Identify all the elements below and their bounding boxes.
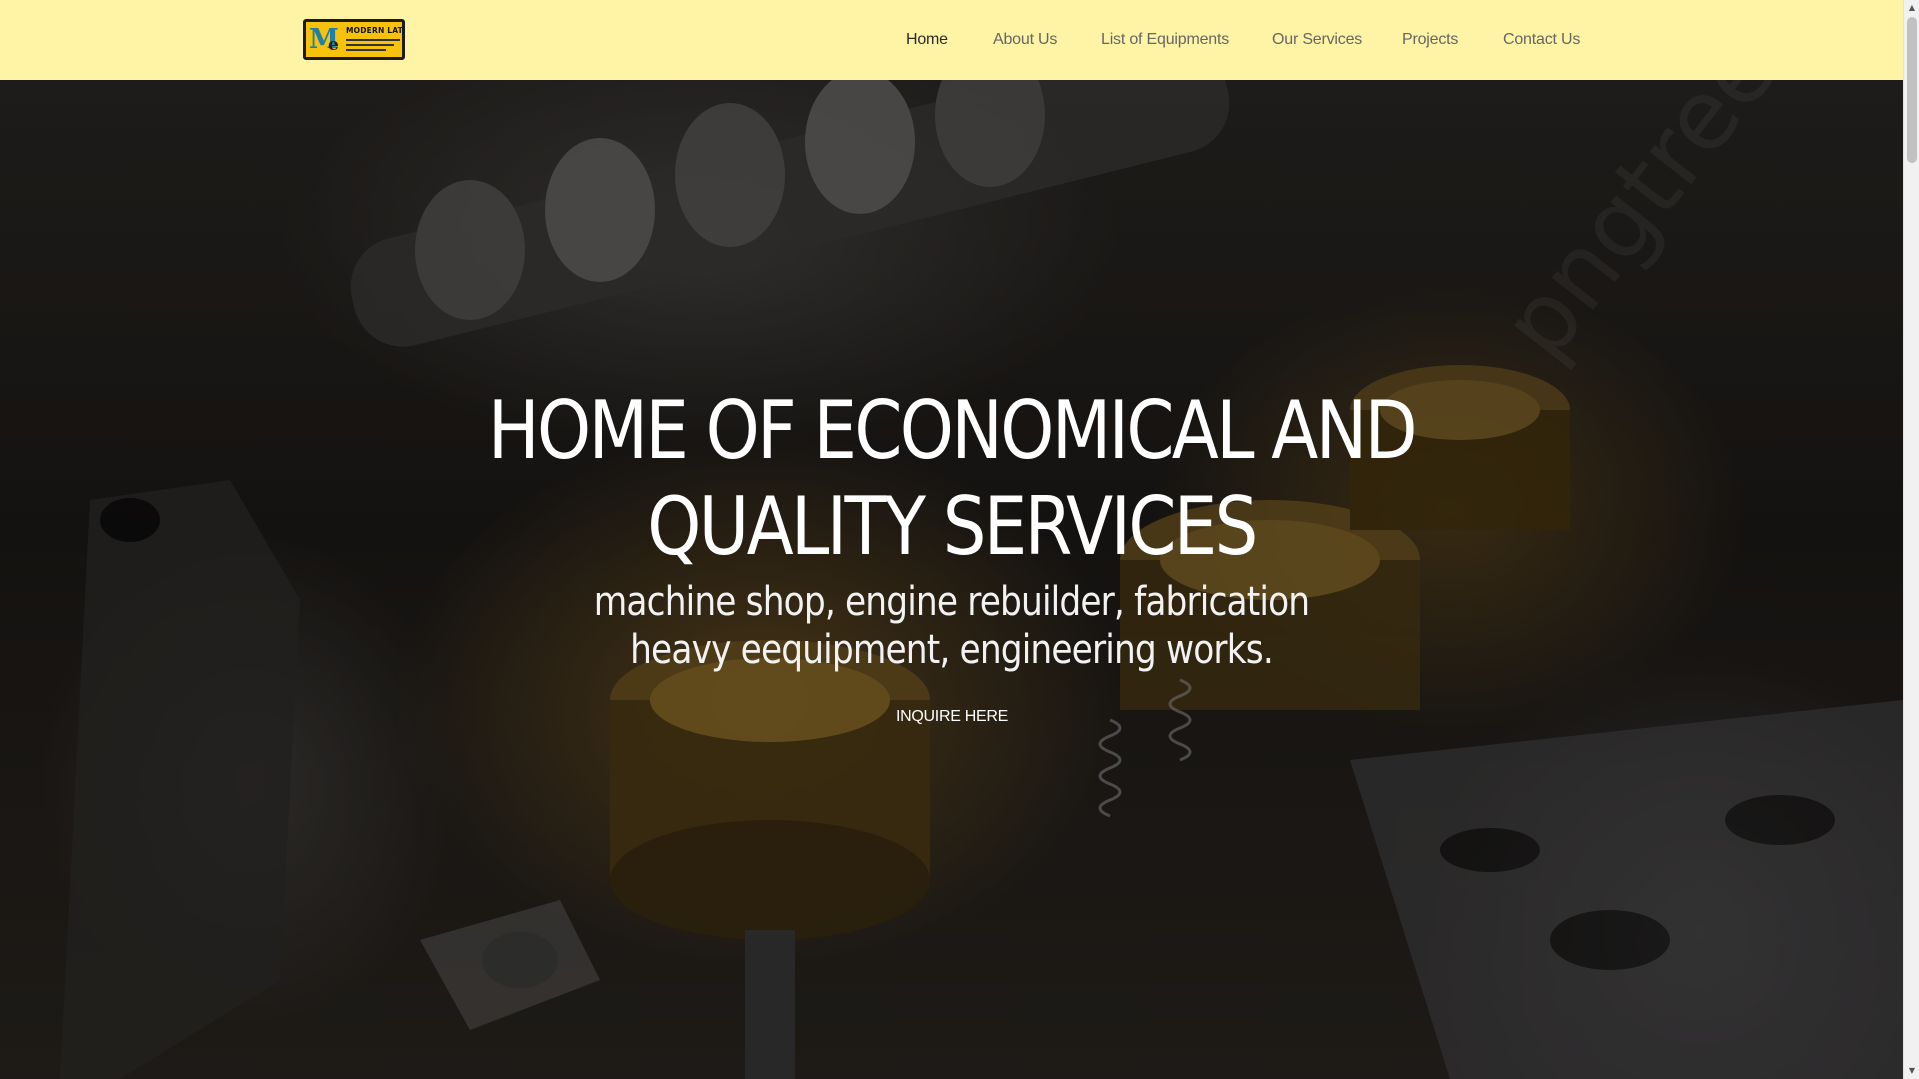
site-header: M e MODERN LATHE Home About Us List of E… [0, 0, 1903, 80]
nav-item-our-services[interactable]: Our Services [1272, 29, 1362, 51]
main-nav: Home About Us List of Equipments Our Ser… [0, 0, 1903, 80]
nav-item-about-us[interactable]: About Us [993, 29, 1057, 51]
nav-item-list-of-equipments[interactable]: List of Equipments [1101, 29, 1229, 51]
hero-subtitle-line: machine shop, engine rebuilder, fabricat… [593, 579, 1310, 625]
nav-item-projects[interactable]: Projects [1402, 29, 1458, 51]
hero-subtitle-line: heavy eequipment, engineering works. [630, 627, 1274, 673]
chevron-up-icon[interactable]: ▲ [1904, 0, 1919, 16]
hero-title: HOME OF ECONOMICAL AND QUALITY SERVICES [133, 383, 1770, 575]
chevron-down-icon[interactable]: ▼ [1904, 1063, 1919, 1079]
nav-item-home[interactable]: Home [906, 29, 948, 51]
vertical-scrollbar[interactable]: ▲ ▼ [1903, 0, 1919, 1079]
scrollbar-thumb[interactable] [1907, 17, 1917, 163]
inquire-here-button[interactable]: INQUIRE HERE [880, 700, 1024, 734]
nav-item-contact-us[interactable]: Contact Us [1503, 29, 1580, 51]
hero-title-line: HOME OF ECONOMICAL AND [487, 384, 1418, 477]
hero-subtitle: machine shop, engine rebuilder, fabricat… [133, 578, 1770, 674]
hero-section: pngtree HOME OF ECONOMICAL AND QUALITY S… [0, 80, 1903, 1079]
page: M e MODERN LATHE Home About Us List of E… [0, 0, 1919, 1079]
hero-title-line: QUALITY SERVICES [647, 480, 1258, 573]
